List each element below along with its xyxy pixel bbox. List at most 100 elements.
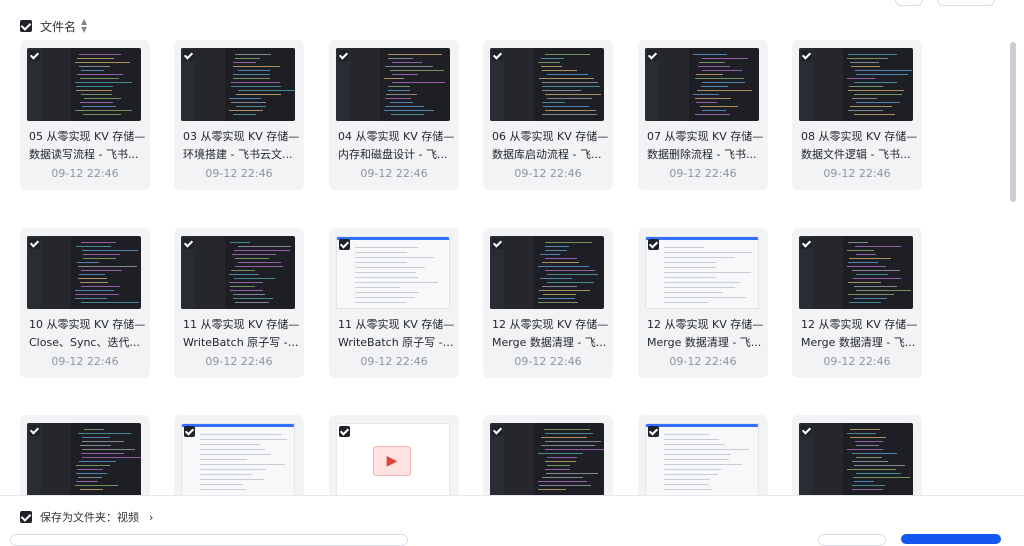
footer-bar: 保存为文件夹：视频 › (0, 495, 1024, 546)
file-name-line1: 03 从零实现 KV 存储— (183, 130, 300, 143)
file-checkbox[interactable] (648, 426, 659, 437)
file-thumbnail (799, 236, 913, 309)
file-thumbnail (799, 48, 913, 121)
file-thumbnail (181, 423, 295, 495)
chevron-right-icon[interactable]: › (149, 511, 153, 524)
file-checkbox[interactable] (29, 50, 40, 61)
file-date: 09-12 22:46 (823, 167, 891, 180)
file-thumbnail (645, 423, 759, 495)
file-date: 09-12 22:46 (51, 167, 119, 180)
file-card[interactable]: 04 从零实现 KV 存储— 内存和磁盘设计 - 飞... 09-12 22:46 (329, 40, 459, 190)
file-checkbox[interactable] (339, 426, 350, 437)
file-thumbnail (645, 236, 759, 309)
file-checkbox[interactable] (183, 238, 194, 249)
bottom-input[interactable] (10, 534, 408, 546)
file-name-line2: 数据读写流程 - 飞书... (29, 148, 139, 161)
file-grid: 05 从零实现 KV 存储— 数据读写流程 - 飞书... 09-12 22:46 0… (0, 0, 1000, 495)
file-card[interactable] (638, 415, 768, 495)
file-card[interactable]: 11 从零实现 KV 存储— WriteBatch 原子写 - ... 09-12 … (329, 228, 459, 378)
file-name-line2: Merge 数据清理 - 飞... (492, 336, 607, 349)
file-date: 09-12 22:46 (823, 355, 891, 368)
file-checkbox[interactable] (801, 425, 812, 436)
file-name-line1: 12 从零实现 KV 存储— (492, 318, 609, 331)
file-thumbnail: ▶ (336, 423, 450, 495)
file-card[interactable] (483, 415, 613, 495)
file-card[interactable]: 10 从零实现 KV 存储— Close、Sync、迭代... 09-12 22:4… (20, 228, 150, 378)
file-card[interactable]: 08 从零实现 KV 存储— 数据文件逻辑 - 飞书... 09-12 22:46 (792, 40, 922, 190)
file-name-line1: 12 从零实现 KV 存储— (801, 318, 918, 331)
file-thumbnail (27, 423, 141, 495)
cancel-button[interactable] (818, 534, 886, 546)
file-name: 05 从零实现 KV 存储— 数据读写流程 - 飞书... (29, 128, 147, 164)
file-thumbnail (490, 48, 604, 121)
save-as-folder-checkbox[interactable] (20, 511, 32, 523)
file-checkbox[interactable] (647, 50, 658, 61)
file-card[interactable]: 11 从零实现 KV 存储— WriteBatch 原子写 - ... 09-12 … (174, 228, 304, 378)
file-name-line2: Merge 数据清理 - 飞... (647, 336, 762, 349)
file-checkbox[interactable] (801, 238, 812, 249)
file-date: 09-12 22:46 (514, 355, 582, 368)
file-name-line2: 数据库启动流程 - 飞... (492, 148, 602, 161)
file-thumbnail (27, 48, 141, 121)
save-as-folder-label: 保存为文件夹：视频 (40, 511, 139, 524)
file-checkbox[interactable] (801, 50, 812, 61)
file-thumbnail (336, 48, 450, 121)
file-name-line1: 11 从零实现 KV 存储— (338, 318, 455, 331)
file-card[interactable] (20, 415, 150, 495)
file-card[interactable]: 12 从零实现 KV 存储— Merge 数据清理 - 飞... 09-12 22:… (483, 228, 613, 378)
file-name-line1: 04 从零实现 KV 存储— (338, 130, 455, 143)
file-name: 04 从零实现 KV 存储— 内存和磁盘设计 - 飞... (338, 128, 456, 164)
file-name-line2: Merge 数据清理 - 飞... (801, 336, 916, 349)
file-checkbox[interactable] (29, 425, 40, 436)
file-name-line1: 06 从零实现 KV 存储— (492, 130, 609, 143)
file-card[interactable]: 05 从零实现 KV 存储— 数据读写流程 - 飞书... 09-12 22:46 (20, 40, 150, 190)
file-card[interactable]: 12 从零实现 KV 存储— Merge 数据清理 - 飞... 09-12 22:… (792, 228, 922, 378)
file-name: 06 从零实现 KV 存储— 数据库启动流程 - 飞... (492, 128, 610, 164)
file-name-line1: 10 从零实现 KV 存储— (29, 318, 146, 331)
file-thumbnail (490, 423, 604, 495)
file-card[interactable]: 03 从零实现 KV 存储— 环境搭建 - 飞书云文... 09-12 22:46 (174, 40, 304, 190)
file-thumbnail (336, 236, 450, 309)
file-checkbox[interactable] (492, 238, 503, 249)
file-checkbox[interactable] (492, 50, 503, 61)
play-icon: ▶ (373, 446, 411, 476)
file-name: 03 从零实现 KV 存储— 环境搭建 - 飞书云文... (183, 128, 301, 164)
file-checkbox[interactable] (29, 238, 40, 249)
file-thumbnail (181, 48, 295, 121)
file-name: 12 从零实现 KV 存储— Merge 数据清理 - 飞... (492, 316, 610, 352)
confirm-button[interactable] (901, 534, 1001, 544)
file-name: 08 从零实现 KV 存储— 数据文件逻辑 - 飞书... (801, 128, 919, 164)
file-thumbnail (181, 236, 295, 309)
file-name: 11 从零实现 KV 存储— WriteBatch 原子写 - ... (338, 316, 456, 352)
file-checkbox[interactable] (184, 426, 195, 437)
file-date: 09-12 22:46 (205, 167, 273, 180)
file-name-line1: 11 从零实现 KV 存储— (183, 318, 300, 331)
file-date: 09-12 22:46 (51, 355, 119, 368)
file-name-line2: 数据文件逻辑 - 飞书... (801, 148, 911, 161)
file-name-line2: WriteBatch 原子写 - ... (338, 336, 456, 349)
file-name-line1: 07 从零实现 KV 存储— (647, 130, 764, 143)
file-card[interactable]: 06 从零实现 KV 存储— 数据库启动流程 - 飞... 09-12 22:46 (483, 40, 613, 190)
file-thumbnail (799, 423, 913, 495)
file-checkbox[interactable] (183, 50, 194, 61)
file-checkbox[interactable] (338, 50, 349, 61)
file-thumbnail (27, 236, 141, 309)
file-name: 10 从零实现 KV 存储— Close、Sync、迭代... (29, 316, 147, 352)
file-card[interactable]: 07 从零实现 KV 存储— 数据删除流程 - 飞书... 09-12 22:46 (638, 40, 768, 190)
file-checkbox[interactable] (339, 239, 350, 250)
file-name-line1: 12 从零实现 KV 存储— (647, 318, 764, 331)
file-card[interactable] (174, 415, 304, 495)
file-card[interactable] (792, 415, 922, 495)
file-card[interactable]: 12 从零实现 KV 存储— Merge 数据清理 - 飞... 09-12 22:… (638, 228, 768, 378)
file-name-line2: WriteBatch 原子写 - ... (183, 336, 301, 349)
file-card[interactable]: ▶ (329, 415, 459, 495)
file-date: 09-12 22:46 (360, 355, 428, 368)
file-name-line2: Close、Sync、迭代... (29, 336, 140, 349)
save-as-folder-row[interactable]: 保存为文件夹：视频 › (20, 509, 153, 525)
file-name-line2: 内存和磁盘设计 - 飞... (338, 148, 448, 161)
file-checkbox[interactable] (492, 425, 503, 436)
scrollbar-thumb[interactable] (1010, 42, 1016, 202)
file-name-line1: 08 从零实现 KV 存储— (801, 130, 918, 143)
file-date: 09-12 22:46 (205, 355, 273, 368)
file-checkbox[interactable] (648, 239, 659, 250)
